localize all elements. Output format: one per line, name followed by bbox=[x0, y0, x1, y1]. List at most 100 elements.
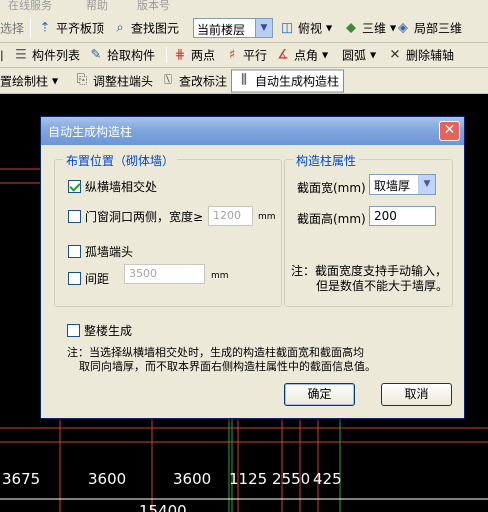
property-group-legend: 构造柱属性 bbox=[293, 152, 360, 169]
isolated-wall-end-checkbox[interactable]: 孤墙端头 bbox=[68, 243, 133, 260]
component-list-label: 构件列表 bbox=[32, 48, 81, 63]
two-points-label: 两点 bbox=[191, 48, 216, 63]
top-view-label: 俯视 bbox=[298, 21, 323, 36]
checkbox-box[interactable] bbox=[68, 210, 81, 223]
opening-width-field[interactable]: 1200 bbox=[208, 206, 253, 226]
chevron-down-icon[interactable]: ▼ bbox=[326, 24, 332, 33]
annotation-icon: ⍂ bbox=[164, 72, 172, 88]
component-list-button[interactable]: ☰ 构件列表 bbox=[13, 47, 80, 64]
delete-icon: ✕ bbox=[389, 47, 401, 62]
point-angle-button[interactable]: ∡ 点角 ▼ bbox=[275, 47, 328, 64]
local-3d-label: 局部三维 bbox=[414, 21, 463, 36]
dimension-label: 3675 bbox=[2, 470, 41, 488]
whole-building-label: 整楼生成 bbox=[84, 324, 133, 338]
checkbox-box[interactable] bbox=[68, 245, 81, 258]
current-floor-combo[interactable]: 当前楼层 ▼ bbox=[193, 18, 273, 38]
auto-gen-tie-column-dialog: 自动生成构造柱 ✕ 布置位置（砌体墙） 纵横墙相交处 门窗洞口两侧，宽度≥ 12… bbox=[40, 116, 465, 419]
total-dimension-label: 15400 bbox=[139, 502, 187, 512]
menu-online-service[interactable]: 在线服务 bbox=[8, 0, 52, 13]
arc-label: 圆弧 bbox=[342, 48, 367, 63]
section-width-value: 取墙厚 bbox=[374, 179, 411, 193]
chevron-down-icon[interactable]: ▼ bbox=[370, 51, 376, 60]
point-angle-label: 点角 bbox=[294, 48, 319, 63]
opening-checkbox[interactable]: 门窗洞口两侧，宽度≥ bbox=[68, 208, 203, 225]
list-icon: ☰ bbox=[15, 47, 27, 62]
chevron-down-icon[interactable]: ▼ bbox=[418, 175, 435, 194]
toolbar-column-tools: 置绘制柱 ▼ ⎘ 调整柱端头 ⍂ 查改标注 ⫼ 自动生成构造柱 bbox=[0, 68, 488, 94]
chevron-down-icon[interactable]: ▼ bbox=[52, 76, 58, 85]
dialog-note-line2: 取同向墙厚，而不取本界面右侧构造柱属性中的截面信息值。 bbox=[79, 360, 376, 373]
parallel-button[interactable]: ♯ 平行 bbox=[224, 47, 267, 64]
adjust-column-end-button[interactable]: ⎘ 调整柱端头 bbox=[74, 72, 153, 89]
whole-building-checkbox[interactable]: 整楼生成 bbox=[67, 322, 132, 339]
spacing-field[interactable]: 3500 bbox=[124, 264, 205, 284]
delete-aux-axis-button[interactable]: ✕ 删除辅轴 bbox=[387, 47, 454, 64]
toolbar-separator bbox=[166, 47, 167, 63]
check-annotation-button[interactable]: ⍂ 查改标注 bbox=[160, 72, 227, 89]
toolbar-separator bbox=[30, 18, 31, 38]
toolbar-main: 选择 ⇡ 平齐板顶 ⌕ 查找图元 当前楼层 ▼ ◫ 俯视 ▼ ◆ 三维 ▼ ◈ … bbox=[0, 14, 488, 43]
align-slab-top-button[interactable]: ⇡ 平齐板顶 bbox=[37, 20, 104, 37]
cube-icon: ◆ bbox=[346, 20, 356, 35]
pick-component-button[interactable]: ✎ 拾取构件 bbox=[88, 47, 155, 64]
dialog-titlebar[interactable]: 自动生成构造柱 ✕ bbox=[41, 117, 464, 145]
dimension-label: 425 bbox=[313, 470, 342, 488]
ok-button[interactable]: 确定 bbox=[284, 383, 355, 406]
opening-unit: mm bbox=[258, 212, 276, 222]
delete-aux-axis-label: 删除辅轴 bbox=[406, 48, 455, 63]
spacing-unit: mm bbox=[211, 271, 229, 281]
pick-icon: ✎ bbox=[90, 47, 102, 62]
menu-bar: 在线服务 帮助 版本号 bbox=[0, 0, 488, 14]
two-points-button[interactable]: ⋕ 两点 bbox=[172, 47, 215, 64]
local-3d-button[interactable]: ◈ 局部三维 bbox=[395, 20, 462, 37]
menu-help[interactable]: 帮助 bbox=[86, 0, 108, 13]
align-icon: ⇡ bbox=[39, 20, 51, 35]
property-group: 构造柱属性 截面宽(mm) 取墙厚 ▼ 截面高(mm) 200 注：截面宽度支持… bbox=[284, 152, 453, 307]
close-icon[interactable]: ✕ bbox=[439, 121, 460, 141]
place-by-position-button[interactable]: 置绘制柱 ▼ bbox=[0, 72, 58, 89]
cross-wall-checkbox[interactable]: 纵横墙相交处 bbox=[68, 178, 157, 195]
current-floor-value: 当前楼层 bbox=[197, 23, 246, 37]
chevron-down-icon[interactable]: ▼ bbox=[255, 19, 272, 37]
tie-column-icon: ⫼ bbox=[241, 72, 247, 88]
view-3d-button[interactable]: ◆ 三维 ▼ bbox=[343, 20, 396, 37]
toolbar-grip: | bbox=[0, 48, 4, 62]
opening-label: 门窗洞口两侧，宽度≥ bbox=[85, 210, 204, 224]
select-button[interactable]: 选择 bbox=[0, 20, 24, 37]
adjust-icon: ⎘ bbox=[76, 72, 88, 88]
view-3d-label: 三维 bbox=[362, 21, 387, 36]
select-label: 选择 bbox=[0, 21, 25, 36]
dialog-title: 自动生成构造柱 bbox=[48, 125, 133, 139]
parallel-label: 平行 bbox=[243, 48, 268, 63]
local-3d-icon: ◈ bbox=[398, 20, 408, 35]
toolbar-components: | ☰ 构件列表 ✎ 拾取构件 ⋕ 两点 ♯ 平行 ∡ 点角 ▼ 圆弧 ▼ ✕ … bbox=[0, 43, 488, 68]
checkbox-box[interactable] bbox=[68, 180, 81, 193]
section-height-field[interactable]: 200 bbox=[369, 206, 436, 226]
menu-version[interactable]: 版本号 bbox=[137, 0, 170, 13]
point-angle-icon: ∡ bbox=[277, 47, 289, 62]
dimension-label: 1125 bbox=[229, 470, 268, 488]
top-view-button[interactable]: ◫ 俯视 ▼ bbox=[279, 20, 332, 37]
section-width-select[interactable]: 取墙厚 ▼ bbox=[369, 174, 436, 195]
checkbox-box[interactable] bbox=[67, 324, 80, 337]
check-annotation-label: 查改标注 bbox=[179, 74, 228, 88]
cancel-button[interactable]: 取消 bbox=[381, 383, 452, 406]
find-element-button[interactable]: ⌕ 查找图元 bbox=[112, 20, 179, 37]
place-by-position-label: 置绘制柱 bbox=[0, 74, 49, 88]
cross-wall-label: 纵横墙相交处 bbox=[85, 180, 158, 194]
spacing-checkbox[interactable]: 间距 bbox=[68, 270, 109, 287]
dimension-label: 3600 bbox=[173, 470, 212, 488]
auto-gen-tie-column-button[interactable]: ⫼ 自动生成构造柱 bbox=[231, 69, 345, 92]
dimension-label: 3600 bbox=[88, 470, 127, 488]
axis-lines bbox=[228, 414, 341, 512]
spacing-label: 间距 bbox=[85, 272, 110, 286]
find-element-label: 查找图元 bbox=[131, 21, 180, 36]
dimension-label: 2550 bbox=[272, 470, 311, 488]
top-view-icon: ◫ bbox=[280, 20, 294, 35]
checkbox-box[interactable] bbox=[68, 272, 81, 285]
chevron-down-icon[interactable]: ▼ bbox=[322, 51, 328, 60]
section-height-label: 截面高(mm) bbox=[297, 212, 366, 226]
two-points-icon: ⋕ bbox=[174, 47, 186, 62]
arc-button[interactable]: 圆弧 ▼ bbox=[342, 47, 376, 64]
isolated-wall-end-label: 孤墙端头 bbox=[85, 245, 134, 259]
